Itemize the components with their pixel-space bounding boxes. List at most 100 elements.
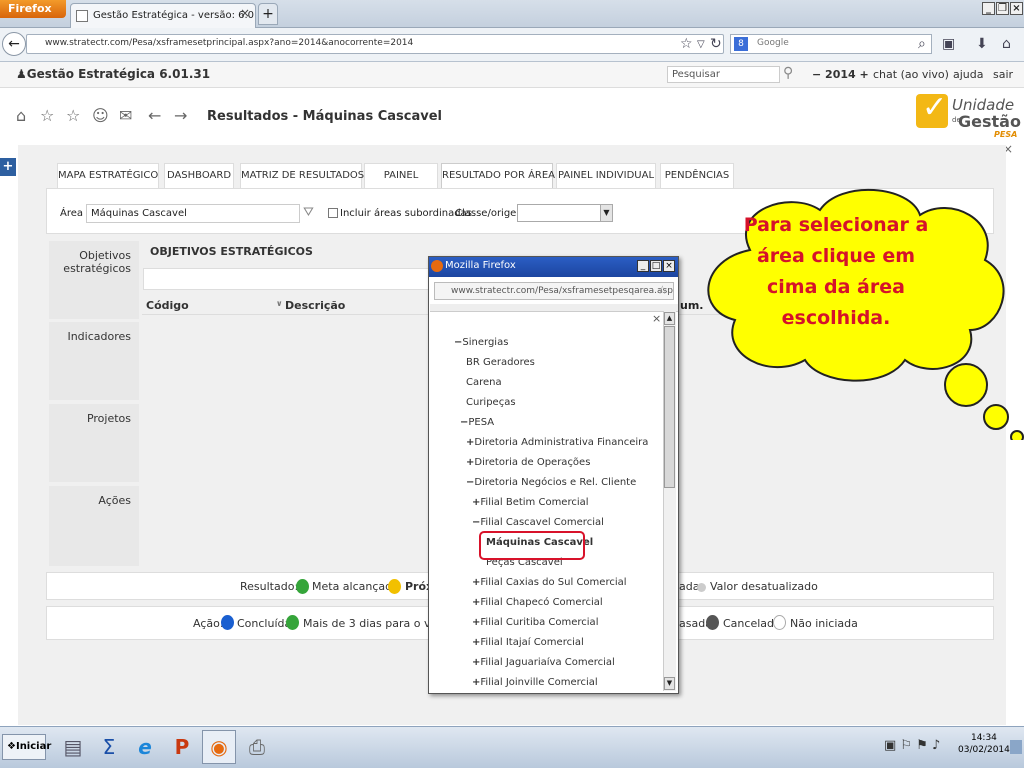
powerpoint-icon[interactable]: P (165, 730, 199, 764)
objectives-columns: Código ∨ Descrição (142, 295, 432, 315)
windows-icon: ❖ (7, 741, 16, 752)
tree-item[interactable]: −Filial Cascavel Comercial (472, 517, 604, 528)
scroll-thumb[interactable] (664, 326, 675, 488)
clock-time: 14:34 (970, 733, 997, 743)
tree-item[interactable]: +Filial Joinville Comercial (472, 677, 598, 688)
help-link[interactable]: ajuda (953, 68, 984, 81)
chevron-down-icon: ▼ (600, 205, 612, 221)
white-dot-icon (773, 615, 786, 630)
magnifier-icon[interactable]: ⚲ (783, 65, 793, 81)
side-projetos[interactable]: Projetos (49, 404, 139, 482)
scroll-down-icon[interactable]: ▼ (664, 677, 675, 690)
popup-url-bar[interactable]: www.stratectr.com/Pesa/xsframesetpesqare… (434, 282, 674, 300)
objectives-filter[interactable] (143, 268, 431, 290)
tree-item[interactable]: +Filial Curitiba Comercial (472, 617, 598, 628)
printer-icon[interactable]: ⎙ (240, 730, 274, 764)
firefox-menu-button[interactable]: Firefox (0, 0, 66, 18)
side-indicadores[interactable]: Indicadores (49, 322, 139, 400)
side-acoes[interactable]: Ações (49, 486, 139, 566)
back-arrow-icon[interactable]: ← (148, 106, 161, 125)
tree-item-label: Diretoria Negócios e Rel. Cliente (474, 477, 637, 488)
search-icon[interactable]: ⌕ (918, 36, 926, 52)
green-dot-icon (296, 579, 309, 594)
reload-icon[interactable]: ↻ (710, 36, 722, 52)
tree-item-label: Filial Caxias do Sul Comercial (480, 577, 627, 588)
comment-icon[interactable]: ☺ (92, 106, 109, 125)
tree-item[interactable]: +Filial Chapecó Comercial (472, 597, 603, 608)
close-icon[interactable]: × (1010, 2, 1023, 15)
powershell-icon[interactable]: Σ (92, 730, 126, 764)
popup-minimize-icon[interactable]: _ (637, 260, 649, 272)
tab-painel-individual[interactable]: PAINEL INDIVIDUAL (556, 163, 656, 188)
internet-explorer-icon[interactable]: e (128, 730, 162, 764)
new-tab-button[interactable]: + (258, 3, 278, 25)
download-icon[interactable]: ⬇ (976, 36, 988, 52)
bookmark-star-icon[interactable]: ☆ (680, 36, 693, 52)
show-desktop-button[interactable] (1010, 740, 1022, 754)
col-code[interactable]: Código (146, 299, 189, 312)
class-origin-select[interactable]: ▼ (517, 204, 613, 222)
tab-dashboard[interactable]: DASHBOARD (164, 163, 234, 188)
tray-icons[interactable]: ▣ ⚐ ⚑ ♪ (884, 738, 940, 753)
tree-item[interactable]: BR Geradores (466, 357, 535, 368)
expand-side-button[interactable]: + (0, 158, 16, 176)
back-button[interactable]: ← (2, 32, 26, 56)
popup-titlebar: Mozilla Firefox _ □ × (429, 257, 678, 277)
tree-item[interactable]: −Sinergias (454, 337, 508, 348)
tree-item[interactable]: +Filial Itajaí Comercial (472, 637, 584, 648)
url-bar[interactable]: www.stratectr.com/Pesa/xsframesetprincip… (26, 34, 724, 54)
tree-item[interactable]: +Diretoria de Operações (466, 457, 590, 468)
tree-item[interactable]: −PESA (460, 417, 494, 428)
firefox-taskbar-icon[interactable]: ◉ (202, 730, 236, 764)
tree-item[interactable]: +Filial Caxias do Sul Comercial (472, 577, 627, 588)
scroll-up-icon[interactable]: ▲ (664, 312, 675, 325)
chat-link[interactable]: chat (ao vivo) (873, 68, 949, 81)
tab-mapa-estrategico[interactable]: MAPA ESTRATÉGICO (57, 163, 159, 188)
tree-item[interactable]: Carena (466, 377, 502, 388)
minimize-icon[interactable]: _ (982, 2, 995, 15)
sort-icon[interactable]: ∨ (276, 299, 283, 308)
user-icon: ♟ (16, 67, 27, 81)
system-clock[interactable]: 14:34 03/02/2014 (958, 732, 1010, 756)
popup-inner-close-icon[interactable]: × (652, 312, 661, 325)
tree-item[interactable]: −Diretoria Negócios e Rel. Cliente (466, 477, 636, 488)
popup-restore-icon[interactable]: □ (650, 260, 662, 272)
include-subordinate-checkbox[interactable] (328, 208, 338, 218)
class-origin-label: Classe/origem (455, 208, 527, 219)
filter-icon[interactable]: ⛛ (303, 205, 314, 220)
tree-item[interactable]: +Filial Jaguariaíva Comercial (472, 657, 615, 668)
forward-arrow-icon[interactable]: → (174, 106, 187, 125)
tree-item[interactable]: Curipeças (466, 397, 516, 408)
tree-item[interactable]: +Diretoria Administrativa Financeira (466, 437, 648, 448)
browser-tab[interactable]: Gestão Estratégica - versão: 6.01.31 - L… (70, 3, 256, 28)
bookmarks-menu-icon[interactable]: ▣ (942, 36, 955, 52)
tab-matriz-de-resultados[interactable]: MATRIZ DE RESULTADOS (240, 163, 364, 188)
area-label: Área (60, 208, 84, 219)
network-tool-icon[interactable]: ▤ (56, 730, 90, 764)
area-picker-popup (428, 256, 679, 694)
side-objetivos[interactable]: Objetivos estratégicos (49, 241, 139, 319)
web-search-input[interactable]: 8 Google (730, 34, 932, 54)
popup-close-icon[interactable]: × (663, 260, 675, 272)
area-input[interactable]: Máquinas Cascavel (86, 204, 300, 223)
col-description[interactable]: Descrição (285, 299, 345, 312)
tab-close-icon[interactable]: × (240, 6, 250, 20)
home-icon[interactable]: ⌂ (16, 106, 26, 125)
year-selector[interactable]: − 2014 + (812, 68, 869, 81)
favorite-add-icon[interactable]: ☆ (40, 106, 54, 125)
web-search-placeholder: Google (757, 38, 789, 48)
tree-item[interactable]: +Filial Betim Comercial (472, 497, 589, 508)
star-icon[interactable]: ☆ (66, 106, 80, 125)
tab-painel[interactable]: PAINEL (364, 163, 438, 188)
restore-icon[interactable]: ❐ (996, 2, 1009, 15)
home-icon[interactable]: ⌂ (1002, 36, 1011, 52)
mail-icon[interactable]: ✉ (119, 106, 132, 125)
popup-star-icon[interactable]: ☆ (657, 283, 668, 297)
logout-link[interactable]: sair (993, 68, 1013, 81)
blue-dot-icon (221, 615, 234, 630)
dropdown-icon[interactable]: ▽ (697, 39, 705, 50)
tab-resultado-por-area[interactable]: RESULTADO POR ÁREA (441, 163, 555, 188)
app-title: ♟Gestão Estratégica 6.01.31 (16, 67, 210, 81)
app-search-input[interactable]: Pesquisar (667, 66, 780, 83)
start-button[interactable]: ❖Iniciar (2, 734, 51, 760)
